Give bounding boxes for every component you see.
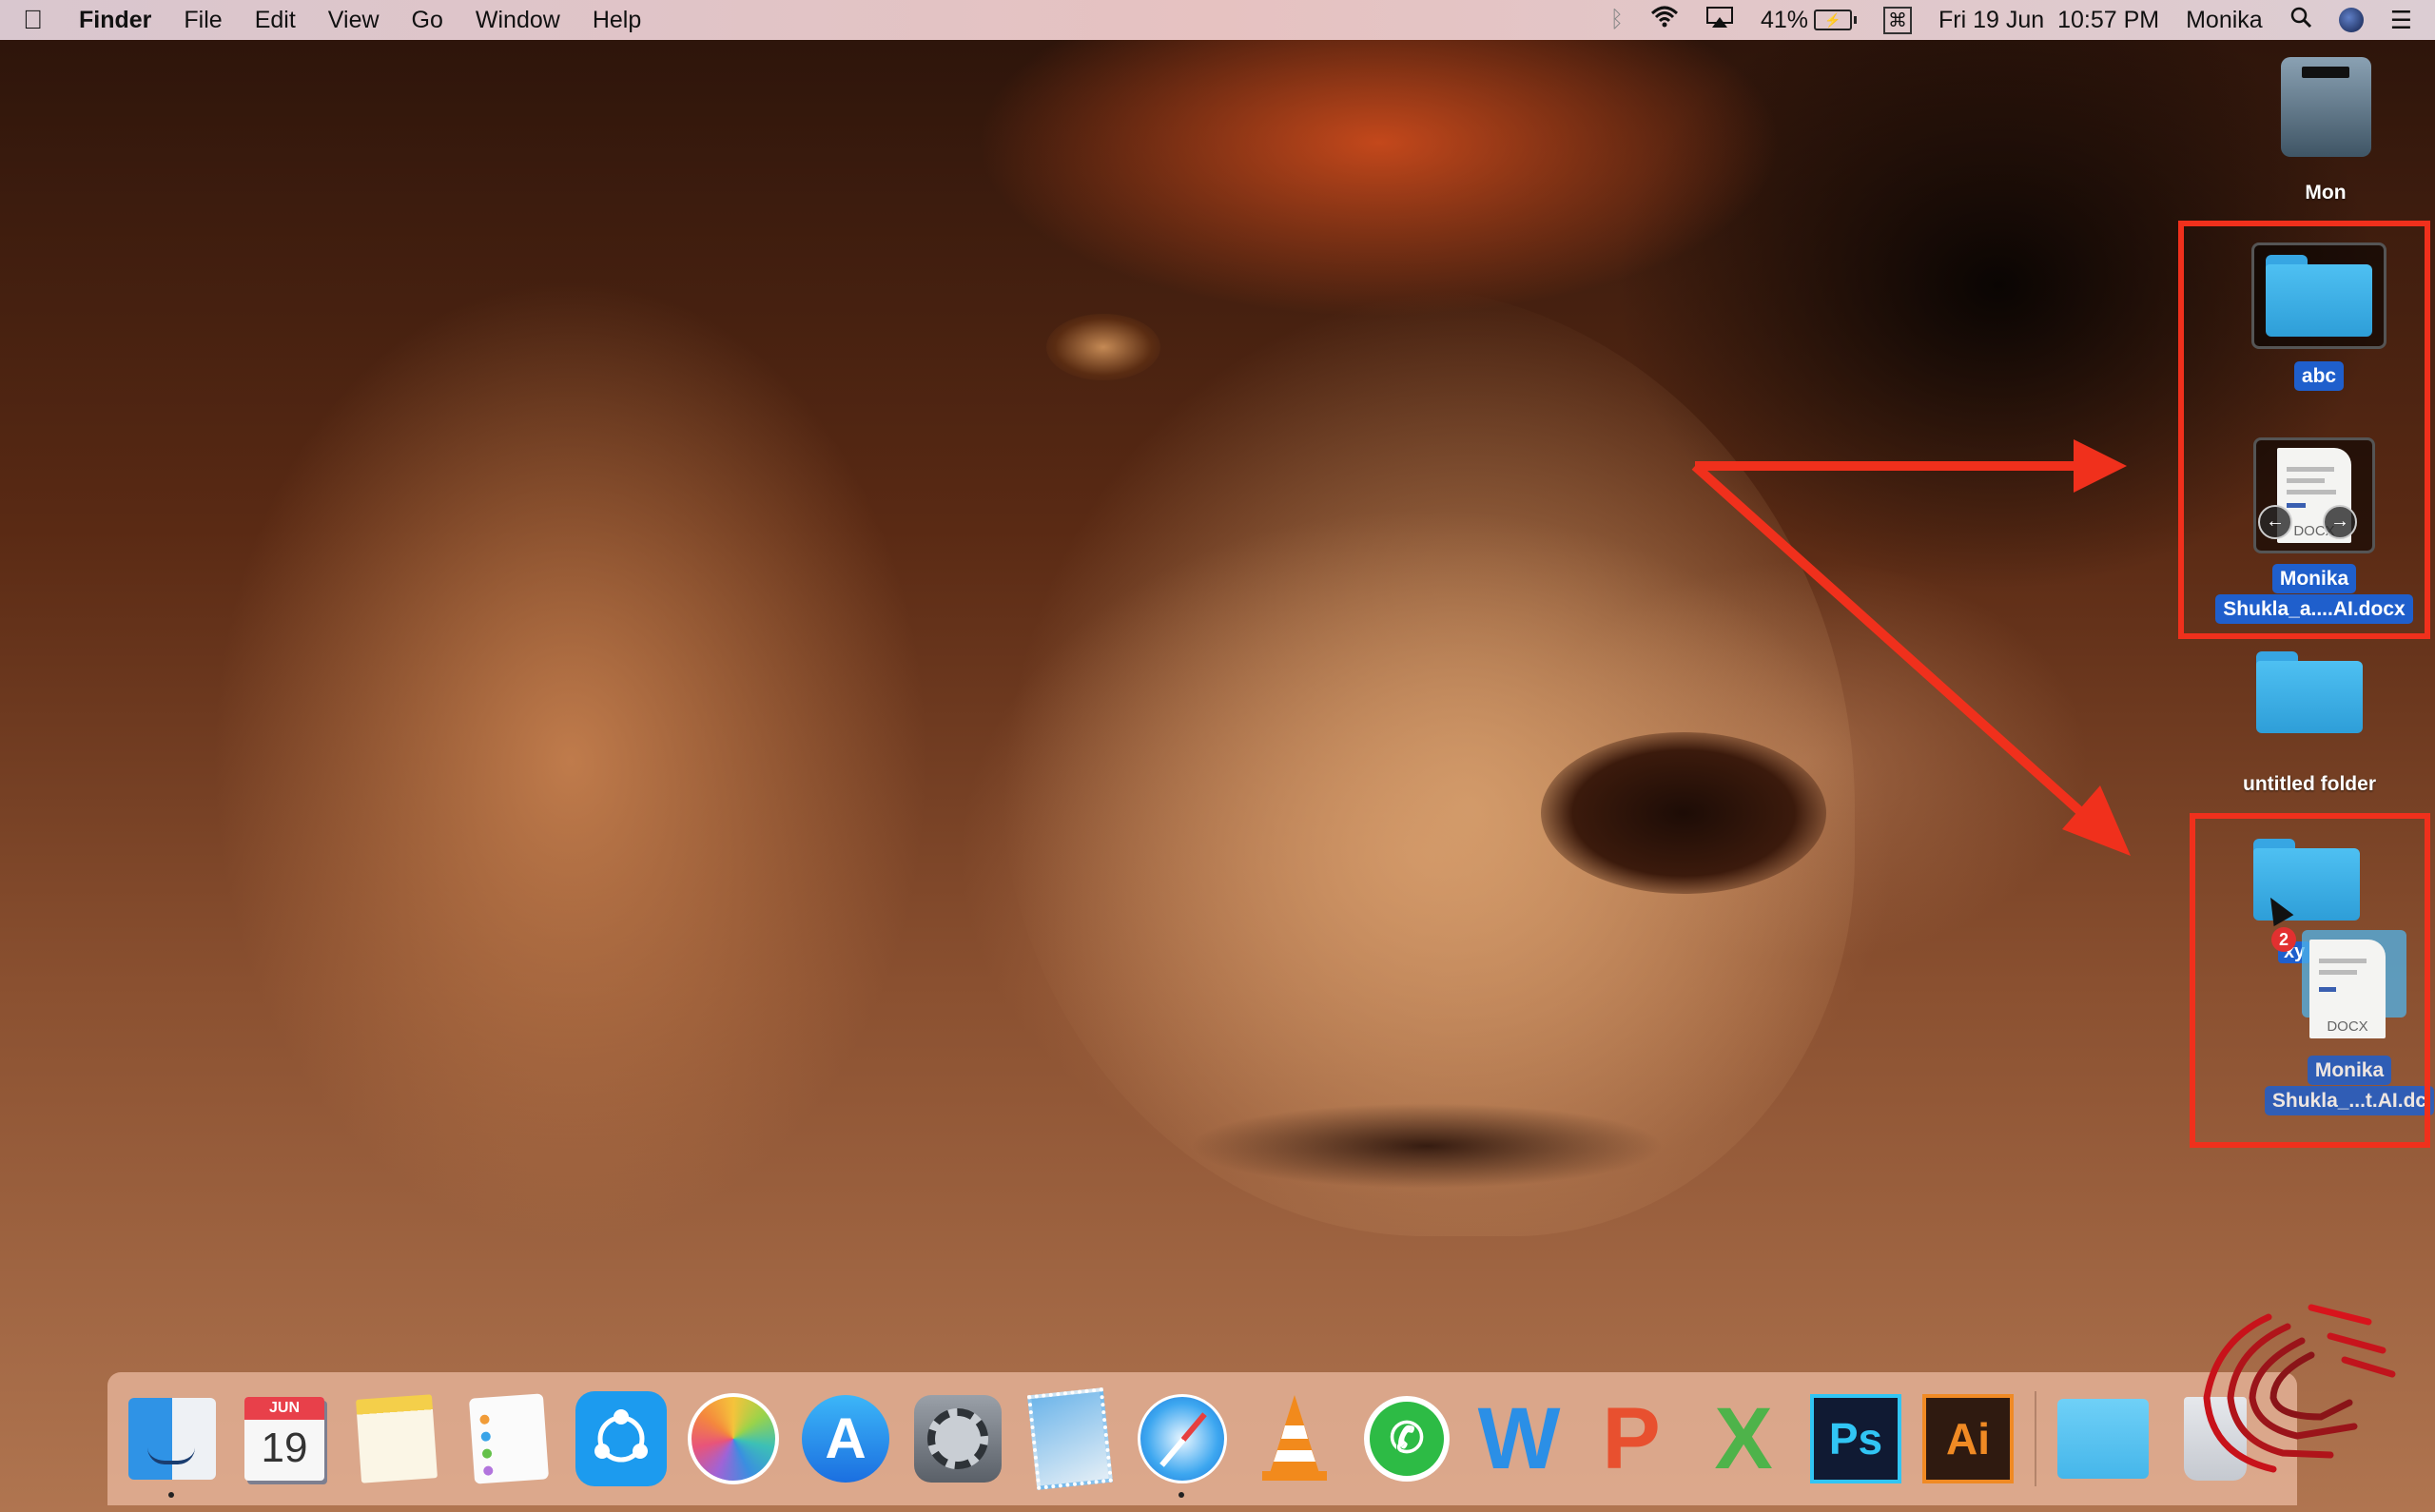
wallpaper-lion-mouth <box>1189 1103 1665 1189</box>
mail-stamp-icon <box>1026 1387 1114 1490</box>
watermark-logo-icon <box>2203 1304 2396 1473</box>
dock-word[interactable]: W <box>1473 1390 1565 1487</box>
menu-app-name[interactable]: Finder <box>79 7 151 34</box>
folder-icon <box>2057 1399 2149 1479</box>
dock: JUN 19 A ✆ W P X Ps Ai <box>107 1372 2297 1505</box>
dock-notes[interactable] <box>351 1393 442 1484</box>
word-icon: W <box>1477 1389 1561 1487</box>
gear-icon <box>914 1395 1002 1483</box>
dock-vlc[interactable] <box>1249 1393 1340 1484</box>
dock-calendar[interactable]: JUN 19 <box>239 1393 330 1484</box>
dock-app-store[interactable]: A <box>800 1393 891 1484</box>
dock-whatsapp[interactable]: ✆ <box>1361 1393 1452 1484</box>
whatsapp-icon: ✆ <box>1364 1396 1450 1482</box>
finder-icon <box>128 1398 216 1480</box>
hard-drive-icon <box>2280 57 2371 157</box>
dock-shareit[interactable] <box>575 1391 667 1486</box>
folder-icon <box>2256 651 2363 733</box>
dock-downloads-folder[interactable] <box>2057 1393 2149 1484</box>
menu-view[interactable]: View <box>328 7 380 34</box>
app-store-icon: A <box>802 1395 889 1483</box>
menu-file[interactable]: File <box>184 7 222 34</box>
desktop-icon-label: untitled folder <box>2243 773 2376 795</box>
illustrator-icon: Ai <box>1922 1394 2014 1483</box>
clock[interactable]: Fri 19 Jun 10:57 PM <box>1938 7 2159 34</box>
notes-icon <box>356 1394 438 1483</box>
battery-charging-icon: ⚡ <box>1814 10 1853 30</box>
desktop-wallpaper <box>0 0 2435 1512</box>
dock-system-preferences[interactable] <box>912 1393 1003 1484</box>
wallpaper-lion-nose <box>1541 732 1826 894</box>
calendar-icon: JUN 19 <box>244 1397 324 1481</box>
notification-center-icon[interactable]: ☰ <box>2390 6 2412 35</box>
running-indicator <box>1179 1492 1184 1498</box>
menu-window[interactable]: Window <box>476 7 560 34</box>
safari-compass-icon <box>1138 1394 1227 1483</box>
shareit-icon <box>575 1391 667 1486</box>
wifi-icon[interactable] <box>1650 6 1679 35</box>
dock-mail[interactable] <box>1024 1387 1116 1490</box>
menu-go[interactable]: Go <box>412 7 443 34</box>
bluetooth-icon[interactable]: ᛒ <box>1610 7 1624 33</box>
reminders-icon <box>468 1393 550 1484</box>
dock-separator <box>2035 1391 2036 1486</box>
airplay-icon[interactable] <box>1705 6 1734 35</box>
menu-edit[interactable]: Edit <box>255 7 296 34</box>
excel-icon: X <box>1714 1389 1773 1487</box>
input-source-icon[interactable]: ⌘ <box>1883 6 1913 34</box>
user-name[interactable]: Monika <box>2186 7 2263 34</box>
annotation-box-source <box>2178 221 2430 639</box>
vlc-cone-icon <box>1262 1395 1327 1481</box>
desktop-icon-hard-drive[interactable]: Mon <box>2211 57 2435 207</box>
dock-excel[interactable]: X <box>1698 1390 1789 1487</box>
dock-finder[interactable] <box>127 1393 218 1498</box>
apple-logo-icon[interactable]:  <box>23 5 43 35</box>
dock-reminders[interactable] <box>463 1393 555 1484</box>
photoshop-icon: Ps <box>1810 1394 1901 1483</box>
annotation-box-target <box>2190 813 2430 1148</box>
wallpaper-lion-eye <box>1046 314 1160 380</box>
desktop-icon-label: Mon <box>2305 182 2347 204</box>
photos-icon <box>688 1393 779 1484</box>
battery-status[interactable]: 41% ⚡ <box>1760 6 1858 34</box>
menu-bar:  Finder File Edit View Go Window Help ᛒ… <box>0 0 2435 40</box>
dock-photoshop[interactable]: Ps <box>1810 1393 1901 1484</box>
dock-powerpoint[interactable]: P <box>1586 1390 1677 1487</box>
dock-illustrator[interactable]: Ai <box>1922 1393 2014 1484</box>
dock-safari[interactable] <box>1137 1393 1228 1498</box>
desktop-icon-untitled-folder[interactable]: untitled folder <box>2195 651 2424 799</box>
powerpoint-icon: P <box>1602 1389 1661 1487</box>
siri-icon[interactable] <box>2338 8 2364 32</box>
running-indicator <box>168 1492 174 1498</box>
battery-percent: 41% <box>1760 6 1809 33</box>
search-icon[interactable] <box>2289 6 2312 35</box>
dock-photos[interactable] <box>688 1393 779 1484</box>
menu-help[interactable]: Help <box>593 7 641 34</box>
